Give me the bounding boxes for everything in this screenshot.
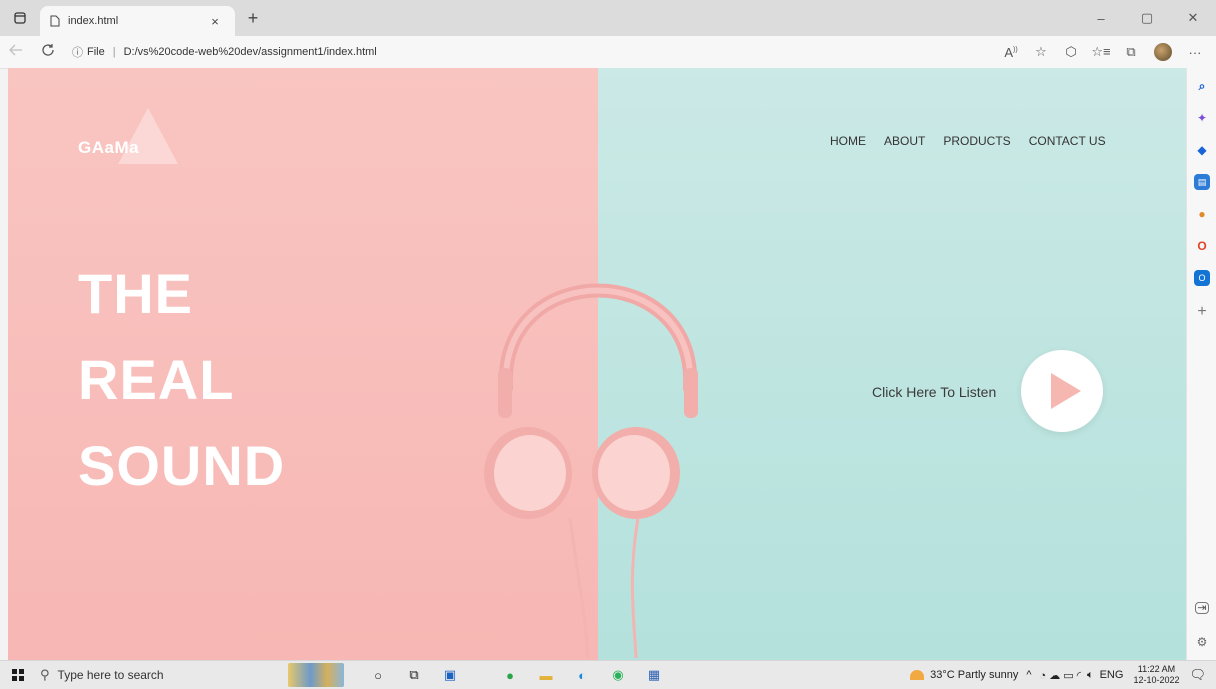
search-icon: ⚲ — [40, 667, 50, 682]
store-icon[interactable]: ▣ — [434, 665, 466, 685]
url-prefix: File — [87, 46, 105, 58]
refresh-icon — [42, 43, 54, 56]
more-menu-button[interactable]: ··· — [1180, 45, 1210, 60]
taskbar: ⚲ Type here to search ○ ⧉ ▣ ● ▬ ◐ ◉ ▦ 33… — [0, 660, 1216, 689]
briefcase-icon[interactable]: ▤ — [1194, 174, 1210, 190]
play-icon — [1051, 373, 1081, 409]
nav-about[interactable]: ABOUT — [884, 134, 925, 148]
sparkle-icon[interactable]: ✦ — [1194, 110, 1210, 126]
windows-logo-icon — [12, 669, 24, 681]
notification-icon[interactable]: 🗨︎ — [1189, 667, 1206, 683]
logo-text: GAaMa — [78, 138, 140, 157]
nav-products[interactable]: PRODUCTS — [943, 134, 1010, 148]
settings-icon[interactable]: ⚙ — [1194, 634, 1210, 650]
profile-avatar[interactable] — [1154, 43, 1172, 61]
tab-title: index.html — [68, 15, 119, 27]
tab-actions-icon — [14, 12, 26, 24]
edge-sidebar: ⌕ ✦ ◆ ▤ ● O O + ⇥ ⚙ — [1186, 68, 1216, 660]
tag-icon[interactable]: ◆ — [1194, 142, 1210, 158]
volume-icon[interactable]: 🔈︎ — [1087, 669, 1094, 682]
back-button[interactable] — [0, 43, 32, 61]
clock-date: 12-10-2022 — [1133, 675, 1180, 685]
tray-overflow-icon[interactable]: ^ — [1026, 669, 1031, 681]
address-bar-actions: A)) ☆ ⬡ ☆≡ ⧉ ··· — [996, 36, 1210, 68]
hero-line-1: THE — [78, 262, 193, 325]
read-aloud-icon[interactable]: A)) — [996, 45, 1026, 60]
search-highlight-image[interactable] — [288, 663, 344, 687]
restore-button[interactable]: ▢ — [1124, 0, 1170, 36]
window-controls: – ▢ ✕ — [1078, 0, 1216, 36]
word-icon[interactable]: ▦ — [638, 665, 670, 685]
taskbar-search-placeholder: Type here to search — [57, 668, 164, 682]
site-logo[interactable]: GAaMa — [78, 108, 178, 182]
edge-icon[interactable]: ◐ — [566, 665, 598, 685]
minimize-button[interactable]: – — [1078, 0, 1124, 36]
language-indicator[interactable]: ENG — [1100, 669, 1124, 681]
collections-icon[interactable]: ⧉ — [1116, 44, 1146, 60]
task-view-icon[interactable]: ⧉ — [398, 665, 430, 685]
hero-line-3: SOUND — [78, 434, 286, 497]
clock[interactable]: 11:22 AM 12-10-2022 — [1133, 664, 1179, 686]
browser-tab[interactable]: index.html × — [40, 6, 235, 36]
network-icon[interactable]: ◔ ☁ ▭ ◜ — [1040, 669, 1081, 682]
nav-contact-us[interactable]: CONTACT US — [1029, 134, 1106, 148]
hero-line-2: REAL — [78, 348, 235, 411]
tab-close-button[interactable]: × — [205, 14, 225, 29]
main-nav: HOME ABOUT PRODUCTS CONTACT US — [830, 134, 1124, 148]
new-tab-button[interactable]: + — [239, 8, 267, 29]
file-icon — [50, 15, 60, 27]
refresh-button[interactable] — [32, 43, 64, 62]
start-button[interactable] — [0, 669, 36, 681]
url-separator: | — [112, 46, 116, 58]
tab-bar: index.html × + – ▢ ✕ — [0, 0, 1216, 36]
back-arrow-icon — [9, 44, 22, 56]
favorite-add-icon[interactable]: ☆ — [1026, 44, 1056, 60]
outlook-icon[interactable]: O — [1194, 270, 1210, 286]
clock-time: 11:22 AM — [1137, 664, 1176, 674]
sidebar-toggle-icon[interactable]: ⇥ — [1195, 602, 1209, 614]
search-icon[interactable]: ⌕ — [1194, 78, 1210, 94]
weather-text[interactable]: 33°C Partly sunny — [930, 669, 1018, 681]
people-icon[interactable]: ● — [1194, 206, 1210, 222]
weather-icon — [910, 670, 925, 680]
cortana-icon[interactable]: ○ — [362, 665, 394, 685]
page-viewport: GAaMa HOME ABOUT PRODUCTS CONTACT US THE… — [8, 68, 1186, 660]
file-explorer-icon[interactable]: ▬ — [530, 665, 562, 685]
system-tray: 33°C Partly sunny ^ ◔ ☁ ▭ ◜ 🔈︎ ENG 11:22… — [910, 661, 1216, 689]
office-icon[interactable]: O — [1194, 238, 1210, 254]
address-bar: ⓘ File | D:/vs%20code-web%20dev/assignme… — [0, 36, 1216, 69]
nav-home[interactable]: HOME — [830, 134, 866, 148]
taskbar-apps: ○ ⧉ ▣ ● ▬ ◐ ◉ ▦ — [362, 665, 674, 685]
whatsapp-icon[interactable]: ◉ — [602, 665, 634, 685]
favorites-icon[interactable]: ☆≡ — [1086, 44, 1116, 60]
url-field[interactable]: ⓘ File | D:/vs%20code-web%20dev/assignme… — [72, 44, 377, 60]
extensions-icon[interactable]: ⬡ — [1056, 44, 1086, 60]
url-text: D:/vs%20code-web%20dev/assignment1/index… — [123, 46, 377, 58]
taskbar-search[interactable]: ⚲ Type here to search — [36, 661, 236, 689]
chrome-icon[interactable]: ● — [494, 665, 526, 685]
tab-actions-button[interactable] — [0, 0, 40, 36]
info-icon: ⓘ — [72, 47, 83, 59]
add-icon[interactable]: + — [1194, 304, 1210, 320]
hero-heading: THE REAL SOUND — [78, 251, 285, 509]
listen-text: Click Here To Listen — [872, 384, 997, 400]
headphones-image — [484, 283, 698, 658]
close-window-button[interactable]: ✕ — [1170, 0, 1216, 36]
play-button[interactable] — [1021, 350, 1103, 432]
